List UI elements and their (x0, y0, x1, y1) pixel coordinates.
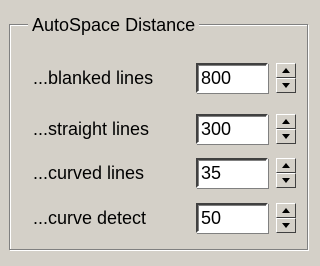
curved-lines-spinner[interactable] (276, 158, 296, 188)
row-curve-detect: ...curve detect (0, 201, 320, 237)
spin-up-arrow-icon (282, 163, 290, 168)
blanked-lines-spinner[interactable] (276, 63, 296, 93)
curved-lines-input[interactable] (196, 158, 268, 188)
row-straight-lines: ...straight lines (0, 112, 320, 148)
spin-down-arrow-icon (282, 134, 290, 139)
curve-detect-input[interactable] (196, 203, 268, 233)
row-blanked-lines: ...blanked lines (0, 61, 320, 97)
blanked-lines-label: ...blanked lines (33, 68, 154, 88)
group-title: AutoSpace Distance (28, 14, 200, 36)
straight-lines-spin-down-button[interactable] (276, 129, 296, 144)
spin-up-arrow-icon (282, 68, 290, 73)
curve-detect-spin-up-button[interactable] (276, 203, 296, 218)
curve-detect-spinner[interactable] (276, 203, 296, 233)
straight-lines-input[interactable] (196, 114, 268, 144)
spin-up-arrow-icon (282, 208, 290, 213)
blanked-lines-spin-up-button[interactable] (276, 63, 296, 78)
spin-down-arrow-icon (282, 223, 290, 228)
spin-up-arrow-icon (282, 119, 290, 124)
straight-lines-spin-up-button[interactable] (276, 114, 296, 129)
blanked-lines-spin-down-button[interactable] (276, 78, 296, 93)
straight-lines-label: ...straight lines (33, 119, 150, 139)
straight-lines-spinner[interactable] (276, 114, 296, 144)
spin-down-arrow-icon (282, 178, 290, 183)
curved-lines-spin-down-button[interactable] (276, 173, 296, 188)
curved-lines-spin-up-button[interactable] (276, 158, 296, 173)
curved-lines-label: ...curved lines (33, 163, 145, 183)
spin-down-arrow-icon (282, 83, 290, 88)
curve-detect-spin-down-button[interactable] (276, 218, 296, 233)
blanked-lines-input[interactable] (196, 63, 268, 93)
row-curved-lines: ...curved lines (0, 156, 320, 192)
curve-detect-label: ...curve detect (33, 208, 147, 228)
